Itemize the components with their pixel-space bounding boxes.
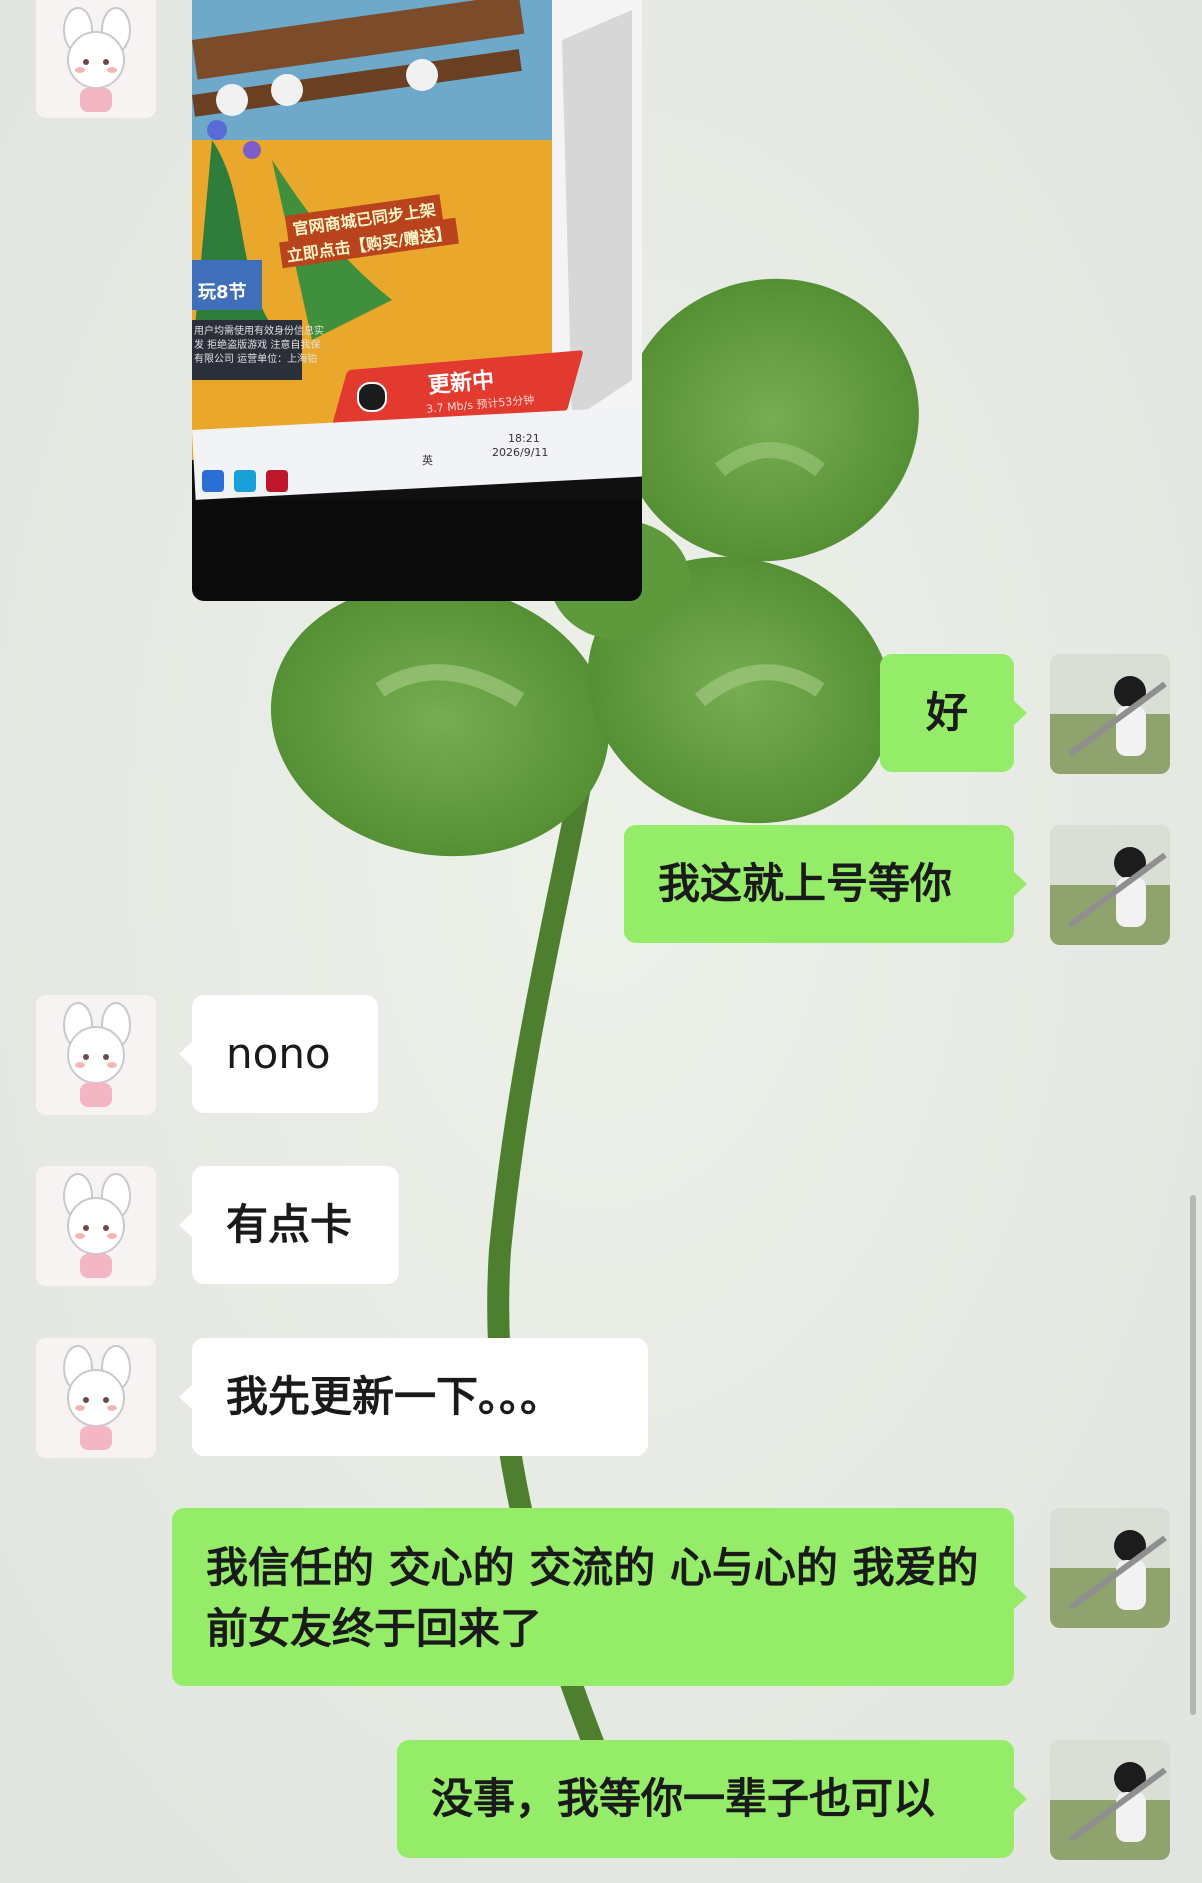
image-message[interactable]: 官网商城已同步上架 立即点击【购买/赠送】 玩8节 用户均需使用有效身份信息实 … xyxy=(192,0,642,601)
cartoon-bunny-avatar-icon xyxy=(36,995,156,1115)
self-avatar[interactable] xyxy=(1050,1508,1170,1628)
notice-line3: 有限公司 运营单位：上海铂 xyxy=(194,354,318,365)
message-bubble-self[interactable]: 我这就上号等你 xyxy=(624,825,1027,943)
peer-avatar[interactable] xyxy=(36,1166,156,1286)
taskbar-browser-icon xyxy=(202,470,224,492)
peer-avatar[interactable] xyxy=(36,995,156,1115)
self-avatar[interactable] xyxy=(1050,825,1170,945)
message-bubble-self[interactable]: 好 xyxy=(880,654,1027,772)
tray-ime-indicator: 英 xyxy=(422,454,433,467)
update-status-icon xyxy=(357,382,387,412)
notice-line2: 发 拒绝盗版游戏 注意自我保 xyxy=(194,340,321,351)
message-bubble-peer[interactable]: 有点卡 xyxy=(179,1166,399,1284)
cartoon-bunny-avatar-icon xyxy=(36,0,156,118)
girl-with-sword-avatar-icon xyxy=(1050,825,1170,945)
notice-line1: 用户均需使用有效身份信息实 xyxy=(194,326,324,337)
girl-with-sword-avatar-icon xyxy=(1050,1740,1170,1860)
chat-scrollbar[interactable] xyxy=(1190,1195,1196,1715)
promo-tile-label: 玩8节 xyxy=(198,282,247,303)
message-bubble-peer[interactable]: nono xyxy=(179,995,378,1113)
self-avatar[interactable] xyxy=(1050,654,1170,774)
message-bubble-self[interactable]: 没事，我等你一辈子也可以 xyxy=(397,1740,1027,1858)
message-bubble-self[interactable]: 我信任的 交心的 交流的 心与心的 我爱的前女友终于回来了 xyxy=(172,1508,1027,1686)
taskbar-game-icon xyxy=(266,470,288,492)
peer-avatar[interactable] xyxy=(36,1338,156,1458)
cartoon-bunny-avatar-icon xyxy=(36,1166,156,1286)
tray-time: 18:21 xyxy=(508,432,540,445)
girl-with-sword-avatar-icon xyxy=(1050,654,1170,774)
tray-date: 2026/9/11 xyxy=(492,446,549,459)
message-bubble-peer[interactable]: 我先更新一下。。。 xyxy=(179,1338,648,1456)
update-label: 更新中 xyxy=(427,368,496,399)
cartoon-bunny-avatar-icon xyxy=(36,1338,156,1458)
self-avatar[interactable] xyxy=(1050,1740,1170,1860)
taskbar-edge-icon xyxy=(234,470,256,492)
girl-with-sword-avatar-icon xyxy=(1050,1508,1170,1628)
peer-avatar[interactable] xyxy=(36,0,156,118)
